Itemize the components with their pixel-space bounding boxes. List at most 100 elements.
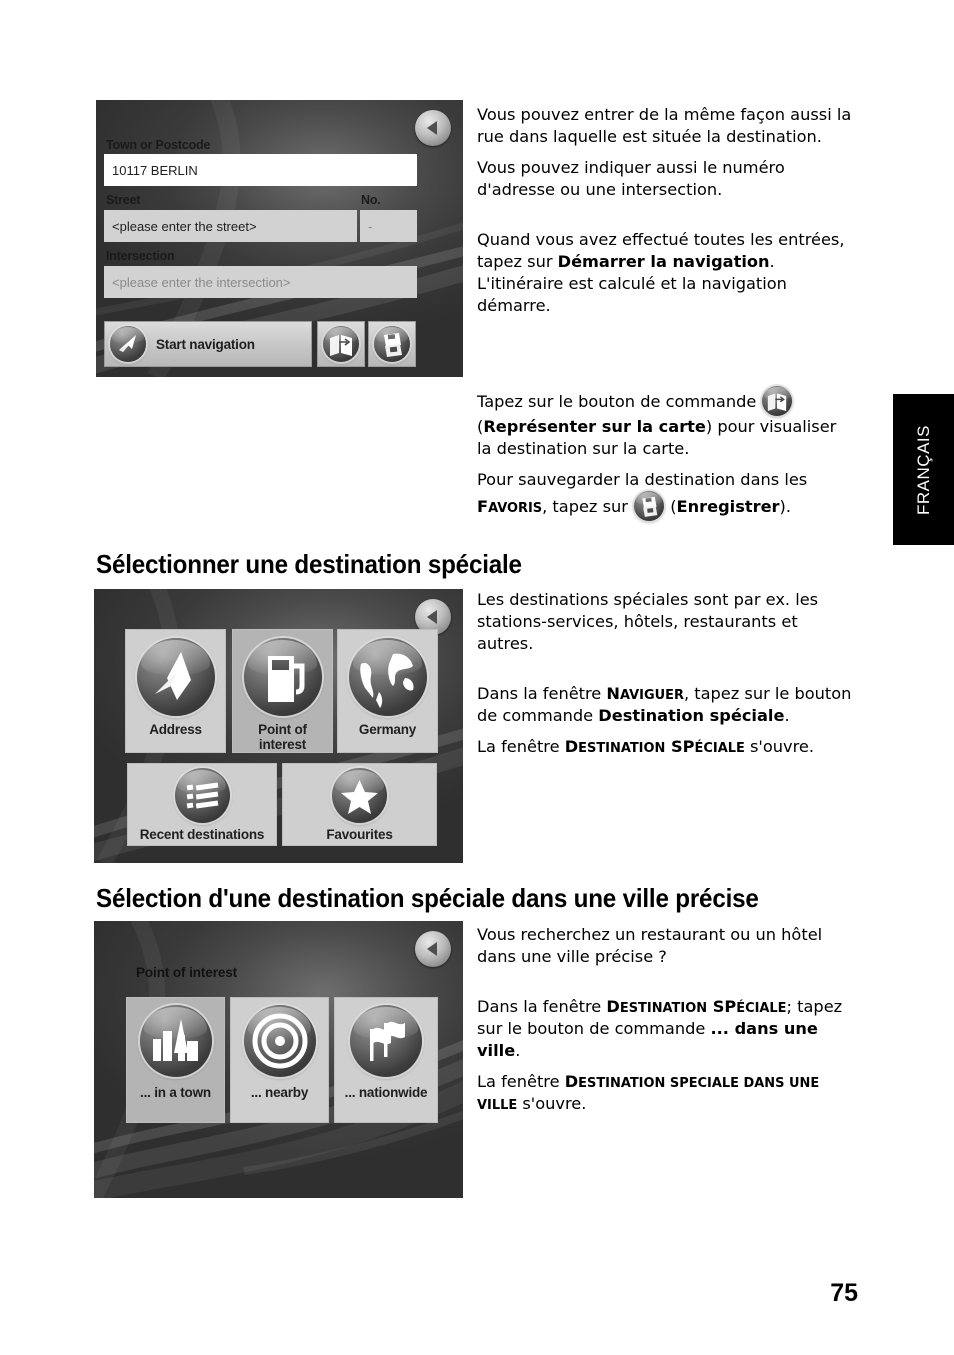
compass-needle-icon xyxy=(136,638,215,716)
menu-tile-nearby[interactable]: ... nearby xyxy=(230,997,329,1123)
paragraph-special-destination-window-tap: Dans la fenêtre DESTINATION SPÉCIALE; ta… xyxy=(477,996,855,1062)
paragraph-house-number: Vous pouvez indiquer aussi le numéro d'a… xyxy=(477,158,785,200)
map-glyph xyxy=(330,335,352,356)
city-buildings-icon xyxy=(139,1005,212,1077)
t4d: SP xyxy=(707,997,737,1017)
navigation-arrow-glyph xyxy=(119,335,136,352)
t4m: DANS xyxy=(739,1076,785,1092)
t3g: La fenêtre xyxy=(477,737,565,757)
manual-page: Town or Postcode 10117 BERLIN Street No.… xyxy=(0,0,954,1355)
paragraph-looking-for-restaurant: Vous recherchez un restaurant ou un hôte… xyxy=(477,925,823,967)
t3f: . xyxy=(784,706,790,726)
save-icon-inline xyxy=(634,491,665,522)
globe-glyph xyxy=(359,653,414,708)
paragraph-special-destinations-examples: Les destinations spéciales sont par ex. … xyxy=(477,590,819,654)
t2g: AVORIS xyxy=(488,501,543,517)
t2f: F xyxy=(477,497,489,517)
flags-glyph xyxy=(370,1021,405,1061)
menu-tile-germany[interactable]: Germany xyxy=(337,629,438,753)
menu-tile-label: Favourites xyxy=(326,827,393,842)
t2c: Représenter sur la carte xyxy=(483,417,706,436)
paragraph-special-destination-window: La fenêtre DESTINATION SPÉCIALE s'ouvre. xyxy=(477,736,855,758)
device-screenshot-poi-menu: Point of interest ... in a town ... near… xyxy=(94,921,463,1198)
language-tab-label: FRANÇAIS xyxy=(913,424,933,515)
t2j: Enregistrer xyxy=(676,497,780,517)
t3i: ESTINATION xyxy=(578,741,666,757)
device-screenshot-address-entry: Town or Postcode 10117 BERLIN Street No.… xyxy=(96,100,463,377)
input-street[interactable]: <please enter the street> xyxy=(104,210,357,242)
start-navigation-label: Start navigation xyxy=(156,336,255,352)
navigation-arrow-icon xyxy=(110,326,146,362)
t4h: . xyxy=(515,1041,521,1061)
list-icon xyxy=(174,768,230,823)
t2e: Pour sauvegarder la destination dans les xyxy=(477,470,808,490)
start-navigation-button[interactable]: Start navigation xyxy=(104,321,312,367)
show-on-map-icon xyxy=(323,326,359,362)
menu-tile-label: ... nearby xyxy=(250,1085,309,1100)
menu-tile-label: Recent destinations xyxy=(139,827,265,842)
t4i: La fenêtre xyxy=(477,1072,565,1092)
fuel-pump-glyph xyxy=(267,656,304,702)
menu-tile-nationwide[interactable]: ... nationwide xyxy=(334,997,438,1123)
language-tab-francais: FRANÇAIS xyxy=(893,394,954,545)
save-destination-button[interactable] xyxy=(368,321,416,367)
t2i: ( xyxy=(665,497,677,517)
t1b: Démarrer la navigation xyxy=(557,252,770,272)
show-on-map-icon-inline xyxy=(762,386,793,416)
menu-tile-favourites[interactable]: Favourites xyxy=(282,763,437,846)
page-title-special-destination: Sélectionner une destination spéciale xyxy=(96,549,522,579)
input-intersection[interactable]: <please enter the intersection> xyxy=(104,266,417,298)
floppy-disk-glyph xyxy=(642,496,658,517)
text-block-poi-in-town: Vous recherchez un restaurant ou un hôte… xyxy=(477,924,855,1124)
t3k: ÉCIALE xyxy=(694,741,745,757)
t4p: s'ouvre. xyxy=(517,1094,587,1114)
flags-icon xyxy=(350,1005,422,1077)
t4j: D xyxy=(564,1072,579,1092)
menu-tile-in-a-town[interactable]: ... in a town xyxy=(126,997,225,1123)
menu-tile-address[interactable]: Address xyxy=(125,629,226,753)
input-town-or-postcode[interactable]: 10117 BERLIN xyxy=(104,154,417,186)
t3e: Destination spéciale xyxy=(598,706,785,726)
city-buildings-glyph xyxy=(152,1019,198,1061)
save-icon xyxy=(374,326,410,362)
t4a: Dans la fenêtre xyxy=(477,997,607,1017)
page-number: 75 xyxy=(830,1279,858,1307)
menu-tile-recent-destinations[interactable]: Recent destinations xyxy=(127,763,277,846)
show-on-map-button[interactable] xyxy=(317,321,365,367)
paragraph-window-opens: La fenêtre DESTINATION SPECIALE DANS UNE… xyxy=(477,1071,855,1115)
menu-tile-label: ... in a town xyxy=(140,1085,211,1100)
t4c: ESTINATION xyxy=(619,1001,708,1017)
t4e: ÉCIALE xyxy=(736,1001,787,1017)
back-arrow-icon[interactable] xyxy=(415,931,451,967)
smallcaps-favoris: FAVORIS xyxy=(477,497,542,516)
smallcaps-destination-speciale: DESTINATION SPÉCIALE xyxy=(606,997,786,1016)
text-block-map-and-save: Tapez sur le bouton de commande ( Représe… xyxy=(477,386,855,530)
screen-title-point-of-interest: Point of interest xyxy=(136,965,238,980)
floppy-disk-glyph xyxy=(384,333,402,357)
t3j: SP xyxy=(665,737,695,757)
back-triangle xyxy=(426,942,437,956)
smallcaps-naviguer: NAVIGUER xyxy=(606,684,684,703)
fuel-pump-icon xyxy=(243,638,322,716)
input-house-number[interactable]: - xyxy=(360,210,417,242)
back-arrow-icon[interactable] xyxy=(415,110,451,146)
t2h: , tapez sur xyxy=(542,497,634,517)
smallcaps-destination-speciale: DESTINATION SPÉCIALE xyxy=(565,737,745,756)
paragraph-street-entry: Vous pouvez entrer de la même façon auss… xyxy=(477,105,852,147)
t3l: s'ouvre. xyxy=(744,737,815,757)
t3c: AVIGUER xyxy=(619,688,684,704)
back-triangle xyxy=(426,610,437,624)
back-triangle xyxy=(426,121,437,135)
device-screenshot-navigate-menu: Address Point of interest Germany Recent… xyxy=(94,589,463,863)
t2a: Tapez sur le bouton de commande xyxy=(477,392,762,411)
menu-tile-point-of-interest[interactable]: Point of interest xyxy=(232,629,333,753)
compass-needle-glyph xyxy=(154,652,191,700)
t4k: ESTINATION xyxy=(578,1076,666,1092)
map-glyph xyxy=(768,393,787,411)
star-glyph xyxy=(341,780,378,814)
text-block-special-destination: Les destinations spéciales sont par ex. … xyxy=(477,589,855,767)
label-house-number: No. xyxy=(361,193,381,207)
star-icon xyxy=(332,768,387,823)
t3b: N xyxy=(606,684,620,704)
t4b: D xyxy=(606,997,620,1017)
